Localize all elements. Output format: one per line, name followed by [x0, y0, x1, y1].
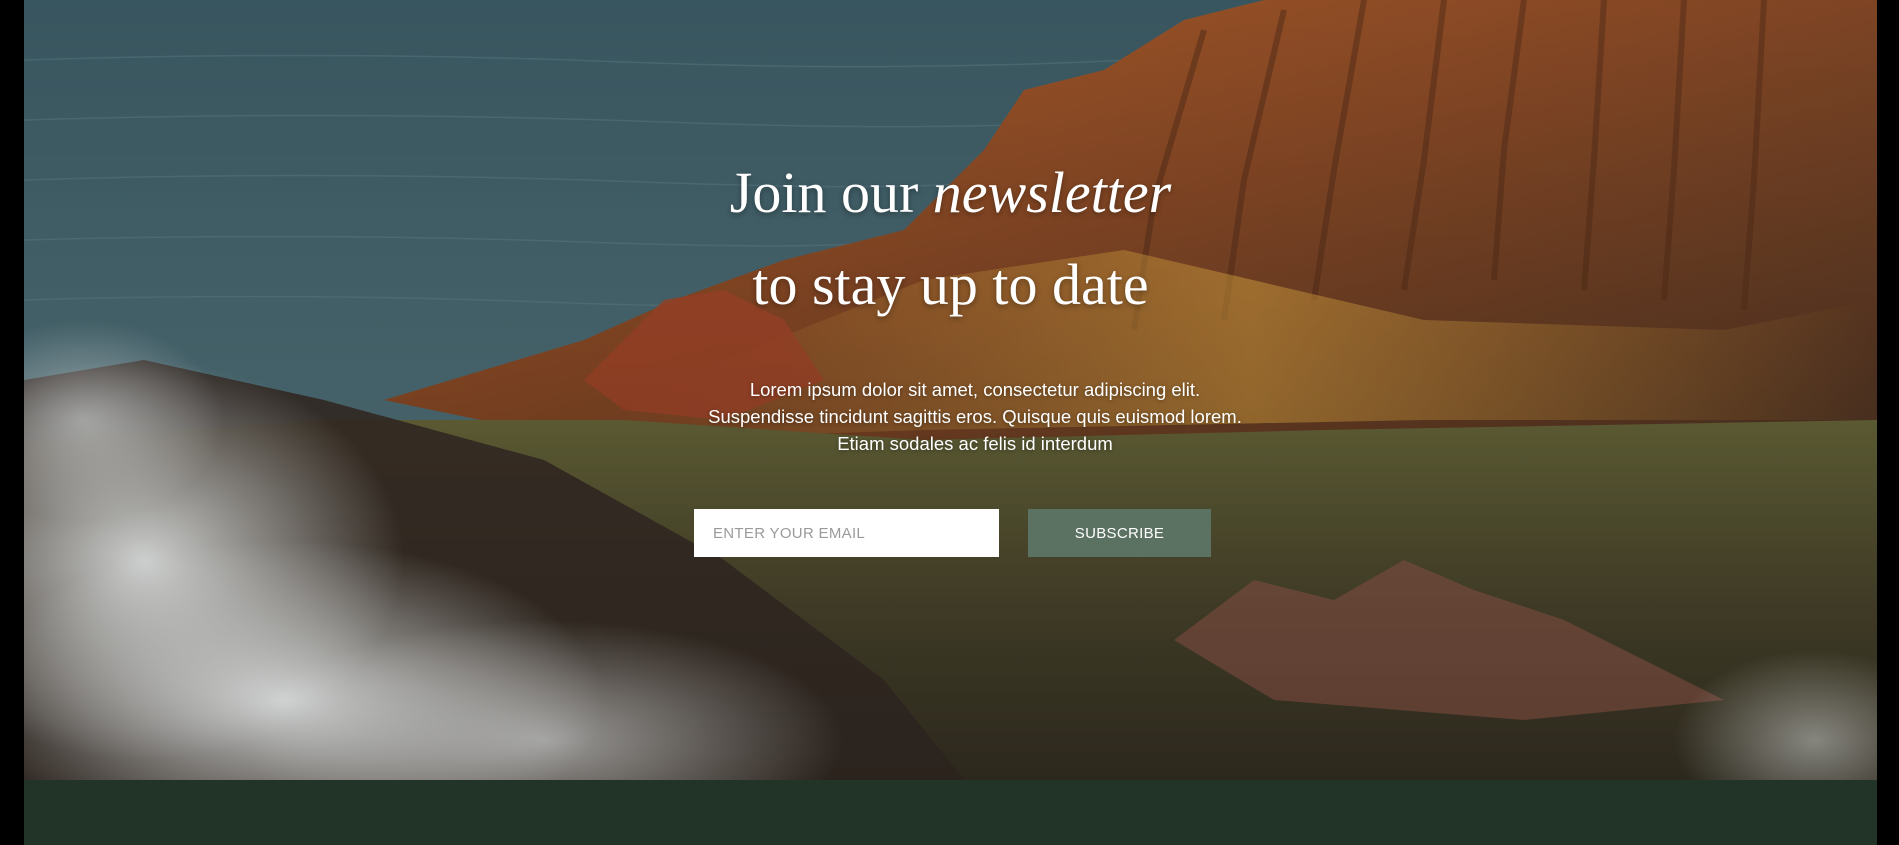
- email-input[interactable]: [694, 509, 999, 557]
- subscribe-button[interactable]: SUBSCRIBE: [1028, 509, 1211, 557]
- heading-prefix: Join our: [729, 160, 933, 225]
- footer-band: [24, 780, 1877, 845]
- newsletter-description: Lorem ipsum dolor sit amet, consectetur …: [708, 379, 1242, 454]
- newsletter-content: Join our newsletter to stay up to date L…: [24, 0, 1877, 780]
- page-frame: Join our newsletter to stay up to date L…: [24, 0, 1877, 845]
- newsletter-hero-section: Join our newsletter to stay up to date L…: [24, 0, 1877, 780]
- newsletter-heading-line2: to stay up to date: [752, 252, 1149, 317]
- newsletter-heading-line1: Join our newsletter: [24, 164, 1877, 222]
- heading-emphasis: newsletter: [932, 160, 1172, 225]
